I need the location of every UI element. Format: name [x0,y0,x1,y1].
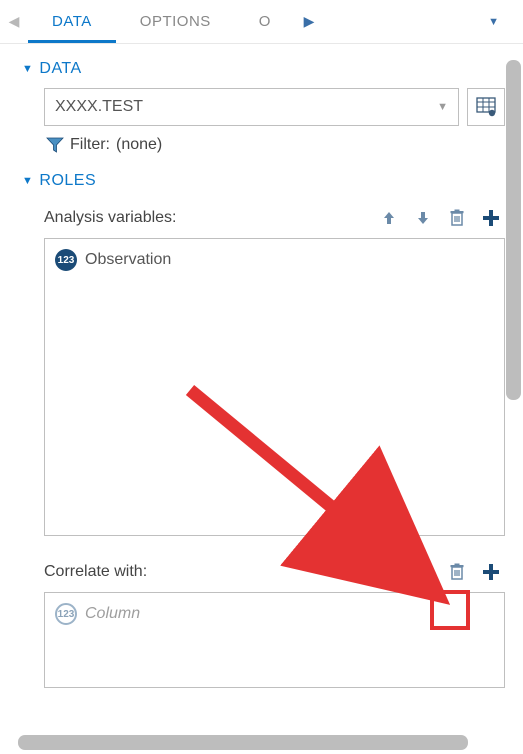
analysis-toolbar [375,204,505,232]
filter-value: (none) [116,136,162,154]
tab-bar: ◀ DATA OPTIONS O ▶ ▼ [0,0,523,44]
analysis-variables-listbox[interactable]: 123 Observation [44,238,505,536]
tab-menu-dropdown-icon[interactable]: ▼ [488,16,499,28]
correlate-toolbar [375,558,505,586]
dataset-dropdown[interactable]: XXXX.TEST ▼ [44,88,459,126]
move-up-button[interactable] [375,558,403,586]
arrow-down-icon [415,210,431,226]
dataset-name: XXXX.TEST [55,98,143,116]
correlate-with-listbox[interactable]: 123 Column [44,592,505,688]
dropdown-caret-icon: ▼ [437,101,448,113]
trash-icon [449,209,465,227]
numeric-type-icon: 123 [55,249,77,271]
roles-body: Analysis variables: 123 Observation [44,204,505,688]
trash-icon [449,563,465,581]
numeric-type-icon: 123 [55,603,77,625]
placeholder-text: Column [85,605,140,623]
variable-name: Observation [85,251,171,269]
caret-down-icon: ▼ [22,175,33,187]
analysis-variables-header: Analysis variables: [44,204,505,232]
list-item[interactable]: 123 Observation [45,239,504,281]
section-title-roles: ROLES [39,172,96,190]
vertical-scrollbar[interactable] [506,60,521,400]
caret-down-icon: ▼ [22,63,33,75]
content-panel: ▼ DATA XXXX.TEST ▼ Filter: (none) [0,44,523,698]
add-analysis-variable-button[interactable] [477,204,505,232]
section-title-data: DATA [39,60,81,78]
tab-overflow[interactable]: O [235,1,295,43]
arrow-up-icon [381,564,397,580]
tab-scroll-left-icon[interactable]: ◀ [0,13,28,30]
analysis-variables-label: Analysis variables: [44,209,375,227]
section-header-data[interactable]: ▼ DATA [22,60,505,78]
tab-data[interactable]: DATA [28,1,116,43]
correlate-with-label: Correlate with: [44,563,375,581]
add-correlate-variable-button[interactable] [477,558,505,586]
filter-icon[interactable] [46,136,64,154]
dataset-row: XXXX.TEST ▼ [44,88,505,126]
move-down-button[interactable] [409,558,437,586]
list-item-placeholder: 123 Column [45,593,504,635]
move-down-button[interactable] [409,204,437,232]
correlate-with-header: Correlate with: [44,558,505,586]
plus-icon [482,209,500,227]
arrow-up-icon [381,210,397,226]
view-data-grid-button[interactable] [467,88,505,126]
filter-label: Filter: [70,136,110,154]
delete-button[interactable] [443,558,471,586]
horizontal-scrollbar[interactable] [18,735,468,750]
move-up-button[interactable] [375,204,403,232]
delete-button[interactable] [443,204,471,232]
filter-row: Filter: (none) [46,136,505,154]
grid-icon [476,97,496,117]
plus-icon [482,563,500,581]
tab-scroll-right-icon[interactable]: ▶ [295,13,323,30]
arrow-down-icon [415,564,431,580]
tab-options[interactable]: OPTIONS [116,1,235,43]
section-header-roles[interactable]: ▼ ROLES [22,172,505,190]
